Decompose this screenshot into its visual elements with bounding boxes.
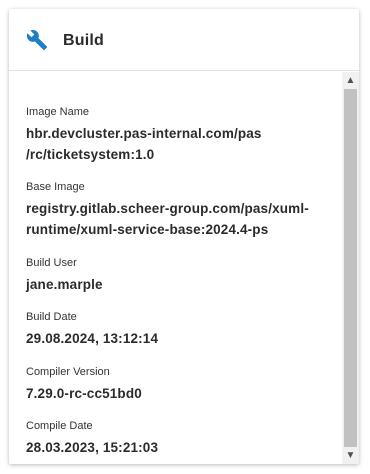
field-value: 7.29.0-rc-cc51bd0: [26, 386, 142, 401]
panel-header: Build: [9, 9, 359, 71]
field-base-image: Base Image registry.gitlab.scheer-group.…: [26, 180, 338, 240]
vertical-scrollbar[interactable]: ▲ ▼: [342, 72, 359, 464]
field-label: Base Image: [26, 181, 85, 193]
scroll-up-arrow-icon[interactable]: ▲: [342, 72, 359, 89]
field-build-user: Build User jane.marple: [26, 256, 338, 295]
build-details: Image Name hbr.devcluster.pas-internal.c…: [9, 71, 341, 464]
panel-title: Build: [63, 32, 104, 49]
field-value: jane.marple: [26, 277, 103, 292]
field-compile-date: Compile Date 28.03.2023, 15:21:03: [26, 419, 338, 458]
build-panel: Build Image Name hbr.devcluster.pas-inte…: [9, 9, 359, 464]
field-value: 29.08.2024, 13:12:14: [26, 331, 159, 346]
field-value: registry.gitlab.scheer-group.com/pas/xum…: [26, 201, 309, 237]
field-label: Image Name: [26, 106, 89, 118]
field-label: Build Date: [26, 311, 77, 323]
field-build-date: Build Date 29.08.2024, 13:12:14: [26, 310, 338, 349]
field-image-name: Image Name hbr.devcluster.pas-internal.c…: [26, 105, 338, 165]
field-label: Compile Date: [26, 420, 93, 432]
field-value: 28.03.2023, 15:21:03: [26, 440, 159, 455]
scroll-down-arrow-icon[interactable]: ▼: [342, 447, 359, 464]
field-label: Build User: [26, 257, 77, 269]
wrench-icon: [26, 30, 48, 51]
field-compiler-version: Compiler Version 7.29.0-rc-cc51bd0: [26, 365, 338, 404]
field-label: Compiler Version: [26, 366, 110, 378]
field-value: hbr.devcluster.pas-internal.com/pas /rc/…: [26, 126, 262, 162]
scrollbar-thumb[interactable]: [344, 89, 357, 447]
